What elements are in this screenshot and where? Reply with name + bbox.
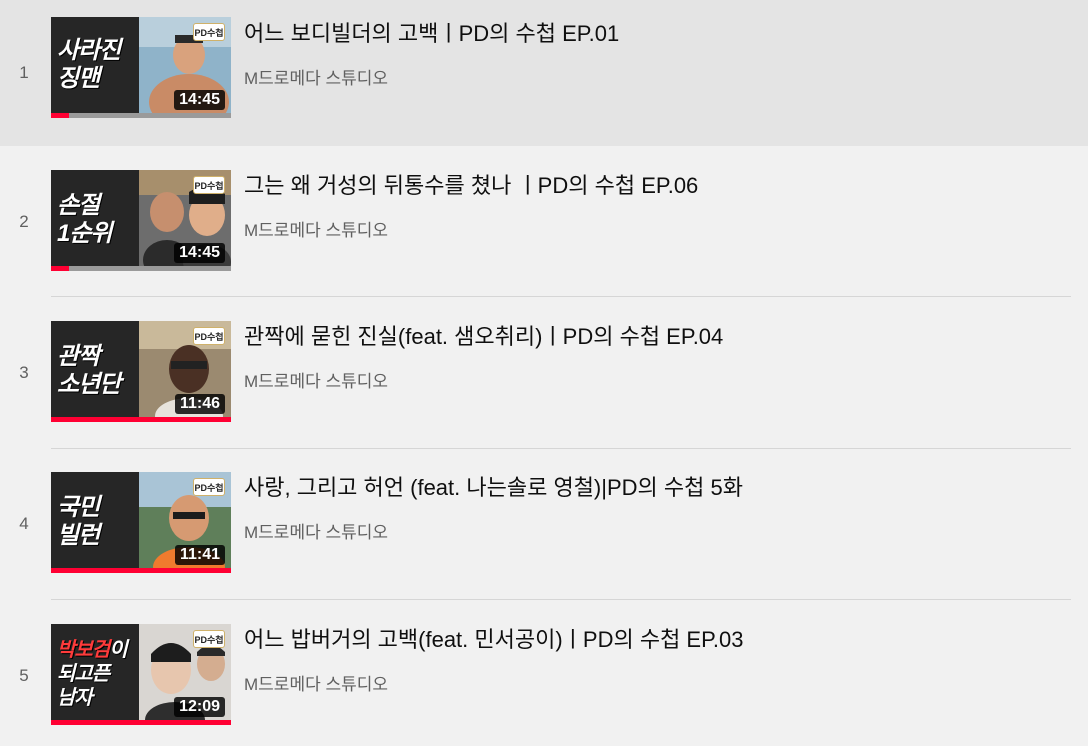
pd-notebook-logo: PD수첩 [193, 478, 225, 496]
watch-progress-fill [51, 113, 69, 118]
video-thumbnail[interactable]: 국민 빌런 PD수첩 11:41 [51, 472, 231, 573]
playlist-item[interactable]: 3 관짝 소년단 PD수첩 11:46 관짝에 묻힌 진실(feat. 샘오취리… [0, 303, 1088, 433]
video-thumbnail[interactable]: 관짝 소년단 PD수첩 11:46 [51, 321, 231, 422]
pd-notebook-logo: PD수첩 [193, 630, 225, 648]
watch-progress-fill [51, 568, 231, 573]
item-index: 5 [19, 666, 29, 685]
pd-notebook-logo: PD수첩 [193, 176, 225, 194]
channel-name[interactable]: M드로메다 스튜디오 [244, 64, 388, 89]
video-thumbnail[interactable]: 사라진 징맨 PD수첩 14:45 [51, 17, 231, 118]
video-title[interactable]: 어느 보디빌더의 고백ㅣPD의 수첩 EP.01 [244, 20, 619, 48]
channel-name[interactable]: M드로메다 스튜디오 [244, 367, 388, 392]
row-divider [51, 296, 1071, 297]
item-index: 3 [19, 363, 29, 382]
playlist-panel: 1 사라진 징맨 PD수첩 14:45 어느 보디빌더의 고백ㅣPD의 수첩 E… [0, 0, 1088, 738]
video-duration: 14:45 [174, 243, 225, 263]
watch-progress-fill [51, 720, 231, 725]
video-thumbnail[interactable]: 손절 1순위 PD수첩 14:45 [51, 170, 231, 271]
video-duration: 11:41 [174, 545, 225, 565]
video-duration: 14:45 [174, 90, 225, 110]
item-index: 4 [19, 514, 29, 533]
watch-progress-bar [51, 113, 231, 118]
video-title[interactable]: 관짝에 묻힌 진실(feat. 샘오취리)ㅣPD의 수첩 EP.04 [244, 323, 723, 351]
video-duration: 12:09 [174, 697, 225, 717]
video-thumbnail[interactable]: 박보검이 되고픈 남자 PD수첩 12:09 [51, 624, 231, 725]
watch-progress-bar [51, 266, 231, 271]
row-divider [51, 448, 1071, 449]
watch-progress-fill [51, 417, 231, 422]
channel-name[interactable]: M드로메다 스튜디오 [244, 216, 388, 241]
playlist-item[interactable]: 5 박보검이 되고픈 남자 PD수첩 12:09 어느 밥버거의 고백(feat… [0, 606, 1088, 736]
thumbnail-caption: 국민 빌런 [57, 494, 100, 549]
thumbnail-caption: 사라진 징맨 [57, 37, 121, 92]
watch-progress-fill [51, 266, 69, 271]
watch-progress-bar [51, 417, 231, 422]
thumbnail-caption: 손절 1순위 [57, 192, 113, 247]
thumbnail-caption: 박보검이 되고픈 남자 [57, 639, 128, 709]
pd-notebook-logo: PD수첩 [193, 327, 225, 345]
thumbnail-caption: 관짝 소년단 [57, 343, 121, 398]
playlist-item[interactable]: 2 손절 1순위 PD수첩 14:45 그는 왜 거성의 뒤통수를 쳤나 ㅣPD… [0, 152, 1088, 282]
playlist-item[interactable]: 1 사라진 징맨 PD수첩 14:45 어느 보디빌더의 고백ㅣPD의 수첩 E… [0, 0, 1088, 146]
watch-progress-bar [51, 720, 231, 725]
video-duration: 11:46 [174, 394, 225, 414]
playlist-item[interactable]: 4 국민 빌런 PD수첩 11:41 사랑, 그리고 허언 (feat. 나는솔… [0, 454, 1088, 584]
video-title[interactable]: 사랑, 그리고 허언 (feat. 나는솔로 영철)|PD의 수첩 5화 [244, 474, 743, 502]
watch-progress-bar [51, 568, 231, 573]
item-index: 1 [19, 63, 29, 82]
video-title[interactable]: 어느 밥버거의 고백(feat. 민서공이)ㅣPD의 수첩 EP.03 [244, 626, 744, 654]
video-title[interactable]: 그는 왜 거성의 뒤통수를 쳤나 ㅣPD의 수첩 EP.06 [244, 172, 698, 200]
channel-name[interactable]: M드로메다 스튜디오 [244, 670, 388, 695]
item-index: 2 [19, 212, 29, 231]
pd-notebook-logo: PD수첩 [193, 23, 225, 41]
row-divider [51, 599, 1071, 600]
channel-name[interactable]: M드로메다 스튜디오 [244, 518, 388, 543]
